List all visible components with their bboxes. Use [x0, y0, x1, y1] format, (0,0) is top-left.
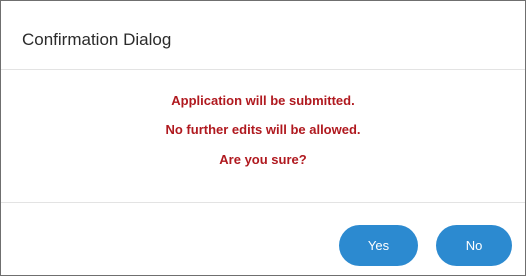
- message-line-submitted: Application will be submitted.: [171, 93, 355, 108]
- dialog-header: Confirmation Dialog: [1, 1, 525, 70]
- dialog-title: Confirmation Dialog: [22, 30, 172, 49]
- confirmation-dialog: Confirmation Dialog Application will be …: [0, 0, 526, 276]
- dialog-body: Application will be submitted. No furthe…: [1, 70, 525, 203]
- message-line-no-edits: No further edits will be allowed.: [165, 122, 361, 137]
- yes-button[interactable]: Yes: [339, 225, 418, 266]
- no-button[interactable]: No: [436, 225, 512, 266]
- message-line-are-you-sure: Are you sure?: [219, 152, 307, 167]
- dialog-footer: Yes No: [1, 203, 525, 275]
